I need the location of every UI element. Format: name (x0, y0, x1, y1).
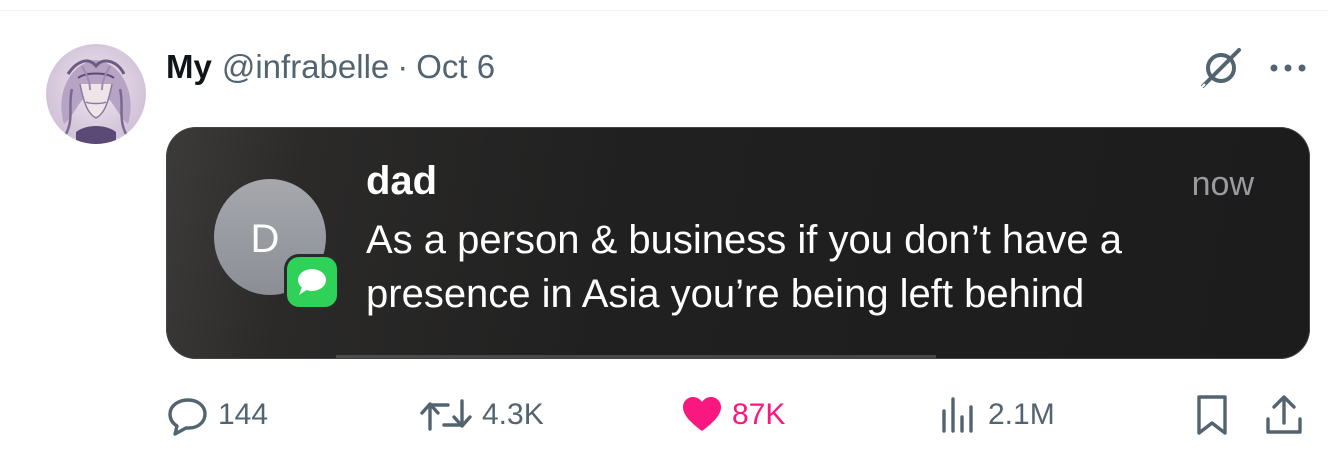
bookmark-button[interactable] (1190, 392, 1234, 438)
reply-count: 144 (218, 398, 269, 431)
post-date[interactable]: Oct 6 (416, 48, 495, 86)
post-media-image[interactable]: D dad now As a person & business if you … (166, 127, 1310, 359)
view-count: 2.1M (988, 398, 1055, 431)
repost-button[interactable]: 4.3K (418, 392, 544, 438)
like-button[interactable]: 87K (680, 392, 785, 438)
bookmark-icon (1197, 395, 1227, 435)
top-divider (0, 10, 1328, 11)
author-avatar[interactable] (46, 44, 146, 144)
post-action-bar: 144 4.3K 87K 2.1M (0, 392, 1328, 438)
share-button[interactable] (1262, 392, 1306, 438)
author-handle[interactable]: @infrabelle (222, 48, 389, 86)
share-icon (1266, 395, 1302, 434)
header-separator: · (397, 48, 409, 85)
grok-icon[interactable] (1197, 44, 1245, 92)
avatar-image (46, 44, 146, 144)
repost-icon (420, 399, 472, 431)
views-button[interactable]: 2.1M (936, 392, 1055, 438)
heart-icon (683, 397, 721, 431)
more-icon[interactable] (1266, 52, 1310, 84)
like-count: 87K (732, 398, 786, 431)
post-header: My @infrabelle · Oct 6 (166, 45, 495, 89)
author-display-name[interactable]: My (166, 48, 212, 86)
views-icon (942, 397, 973, 433)
card-border (166, 127, 1310, 359)
reply-button[interactable]: 144 (166, 392, 268, 438)
repost-count: 4.3K (482, 398, 544, 431)
reply-icon (168, 398, 207, 436)
